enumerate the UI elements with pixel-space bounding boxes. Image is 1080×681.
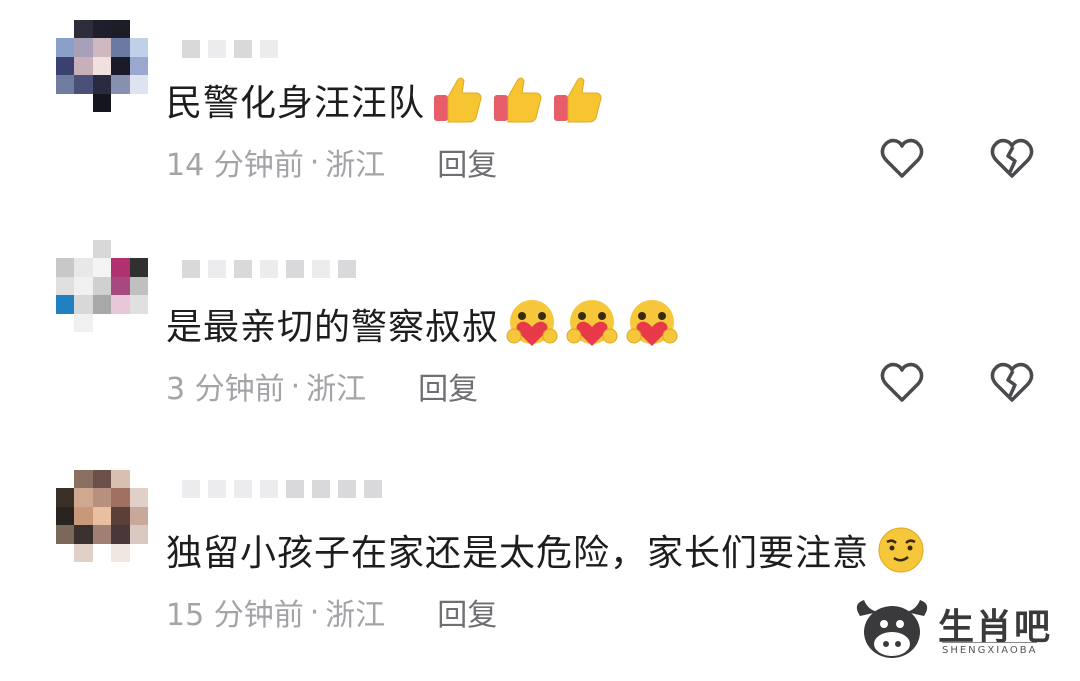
reply-button[interactable]: 回复 [437, 590, 497, 634]
comment-time: 15 分钟前 [166, 598, 304, 633]
hug-heart-emoji-icon [626, 300, 678, 346]
comment-time: 3 分钟前 [166, 372, 285, 407]
watermark-logo: 生肖吧 SHENGXIAOBA [850, 590, 1070, 670]
thumbs-up-icon [494, 77, 542, 123]
separator: · [309, 144, 320, 180]
comment-text: 是最亲切的警察叔叔 [166, 298, 679, 350]
reply-button[interactable]: 回复 [418, 364, 478, 408]
avatar[interactable] [56, 20, 148, 112]
username[interactable] [182, 40, 278, 58]
separator: · [309, 594, 320, 630]
comment-location: 浙江 [306, 372, 367, 407]
username[interactable] [182, 260, 356, 278]
dislike-broken-heart-icon[interactable] [988, 134, 1036, 182]
avatar[interactable] [56, 470, 148, 562]
comment-meta: 15 分钟前 · 浙江 回复 [166, 590, 497, 634]
reply-button[interactable]: 回复 [437, 140, 497, 184]
username[interactable] [182, 480, 382, 498]
dislike-broken-heart-icon[interactable] [988, 358, 1036, 406]
comment-text: 民警化身汪汪队 [166, 74, 605, 126]
comment-time: 14 分钟前 [166, 148, 304, 183]
comment-meta: 3 分钟前 · 浙江 回复 [166, 364, 478, 408]
separator: · [290, 368, 301, 404]
comment-location: 浙江 [325, 148, 386, 183]
thumbs-up-icon [554, 77, 602, 123]
like-heart-icon[interactable] [878, 134, 926, 182]
watermark-subtitle: SHENGXIAOBA [942, 642, 1038, 656]
hug-heart-emoji-icon [566, 300, 618, 346]
thumbs-up-icon [434, 77, 482, 123]
comment-meta: 14 分钟前 · 浙江 回复 [166, 140, 497, 184]
ox-head-icon [856, 600, 928, 658]
avatar[interactable] [56, 240, 148, 332]
comment-text: 独留小孩子在家还是太危险，家长们要注意 [166, 524, 927, 576]
smirk-emoji-icon [878, 527, 924, 573]
comment-location: 浙江 [325, 598, 386, 633]
hug-heart-emoji-icon [506, 300, 558, 346]
like-heart-icon[interactable] [878, 358, 926, 406]
